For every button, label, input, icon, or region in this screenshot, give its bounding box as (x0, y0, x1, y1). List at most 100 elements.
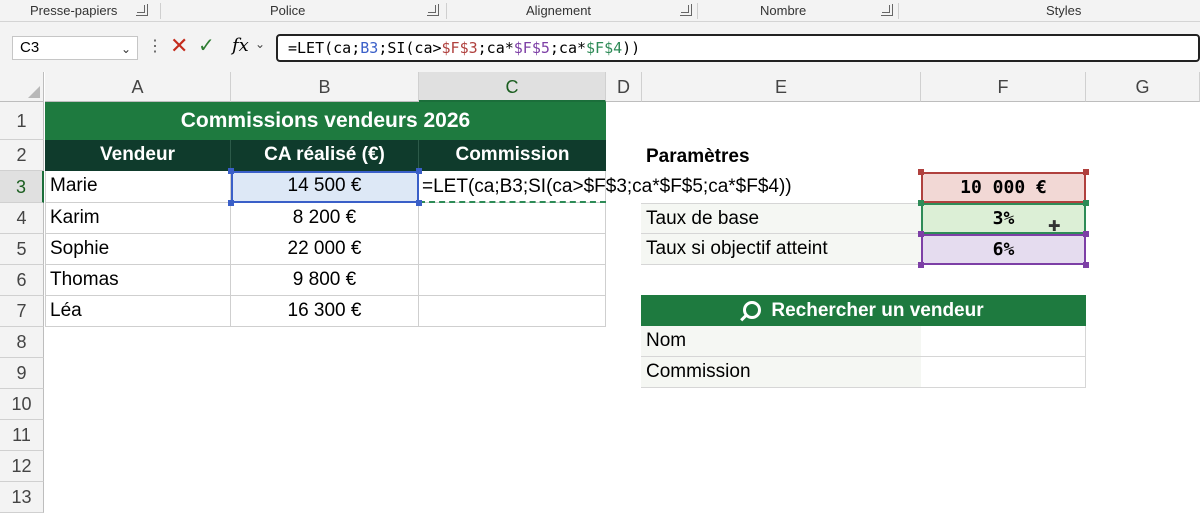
chevron-down-icon[interactable]: ⌄ (121, 38, 131, 60)
ribbon-separator (898, 3, 899, 19)
confirm-icon[interactable]: ✓ (198, 34, 215, 58)
row-header-6[interactable]: 6 (0, 265, 44, 296)
formula-token: =LET(ca; (288, 39, 361, 57)
selection-handle[interactable] (416, 168, 422, 174)
row-header-11[interactable]: 11 (0, 420, 44, 451)
more-options-icon[interactable]: ⋮ (147, 36, 163, 58)
base-rate-label: Taux de base (641, 203, 921, 234)
cursor-move-icon: ✚ (1048, 218, 1061, 235)
cell-c3-edit[interactable]: =LET(ca;B3;SI(ca>$F$3;ca*$F$5;ca*$F$4)) (422, 172, 792, 202)
table-cell-vendeur[interactable]: Léa (45, 296, 231, 327)
ribbon-group-clipboard: Presse-papiers (30, 3, 118, 18)
search-name-input[interactable] (921, 326, 1086, 357)
ribbon-group-styles: Styles (1046, 3, 1082, 18)
formula-bar: C3 ⌄ ⋮ ✕ ✓ fx ⌄ =LET(ca;B3;SI(ca>$F$3;ca… (0, 22, 1200, 72)
table-cell-ca[interactable]: 9 800 € (231, 265, 419, 296)
search-title-cell[interactable]: Rechercher un vendeur (641, 295, 1086, 326)
row-header-2[interactable]: 2 (0, 140, 44, 171)
search-icon (740, 301, 762, 322)
ribbon-separator (160, 3, 161, 19)
formula-token: $F$4 (586, 39, 623, 57)
column-header-d[interactable]: D (606, 72, 642, 102)
ref-handle (1083, 262, 1089, 268)
row-header-9[interactable]: 9 (0, 358, 44, 389)
ref-handle (1083, 200, 1089, 206)
target-rate-label: Taux si objectif atteint (641, 234, 921, 265)
table-cell-vendeur[interactable]: Karim (45, 203, 231, 234)
select-all-corner[interactable] (0, 72, 44, 102)
number-launcher-icon[interactable] (881, 4, 893, 16)
row-header-5[interactable]: 5 (0, 234, 44, 265)
table-cell-vendeur[interactable]: Marie (45, 171, 231, 203)
name-box-value: C3 (20, 39, 40, 56)
formula-token: $F$3 (441, 39, 478, 57)
clipboard-launcher-icon[interactable] (136, 4, 148, 16)
table-cell-ca[interactable]: 22 000 € (231, 234, 419, 265)
ribbon-group-labels: Presse-papiers Police Alignement Nombre … (0, 0, 1200, 22)
table-title[interactable]: Commissions vendeurs 2026 (45, 102, 606, 140)
row-header-3[interactable]: 3 (0, 171, 44, 203)
alignment-launcher-icon[interactable] (680, 4, 692, 16)
formula-input[interactable]: =LET(ca;B3;SI(ca>$F$3;ca*$F$5;ca*$F$4)) (276, 34, 1200, 62)
ref-handle (918, 200, 924, 206)
row-header-13[interactable]: 13 (0, 482, 44, 513)
cancel-icon[interactable]: ✕ (170, 34, 188, 58)
header-ca[interactable]: CA réalisé (€) (231, 140, 419, 171)
column-header-g[interactable]: G (1086, 72, 1200, 102)
threshold-value[interactable]: 10 000 € (921, 172, 1086, 203)
name-box[interactable]: C3 ⌄ (12, 36, 138, 60)
ref-handle (1083, 231, 1089, 237)
header-commission[interactable]: Commission (419, 140, 606, 171)
ref-handle (1083, 169, 1089, 175)
insert-function-icon[interactable]: fx (232, 35, 249, 57)
table-cell-ca[interactable]: 16 300 € (231, 296, 419, 327)
search-commission-label: Commission (641, 357, 921, 388)
table-cell-commission[interactable] (419, 296, 606, 327)
font-launcher-icon[interactable] (427, 4, 439, 16)
column-header-f[interactable]: F (921, 72, 1086, 102)
table-cell-vendeur[interactable]: Thomas (45, 265, 231, 296)
row-header-8[interactable]: 8 (0, 327, 44, 358)
selection-handle[interactable] (416, 200, 422, 206)
row-header-1[interactable]: 1 (0, 102, 44, 140)
selection-handle[interactable] (228, 168, 234, 174)
selection-handle[interactable] (228, 200, 234, 206)
table-cell-ca[interactable]: 8 200 € (231, 203, 419, 234)
target-rate-value[interactable]: 6% (921, 234, 1086, 265)
column-header-b[interactable]: B (231, 72, 419, 102)
table-cell-ca[interactable]: 14 500 € (231, 171, 419, 203)
table-cell-commission[interactable] (419, 265, 606, 296)
ribbon-separator (446, 3, 447, 19)
row-header-12[interactable]: 12 (0, 451, 44, 482)
formula-token: ;SI(ca> (378, 39, 442, 57)
row-header-4[interactable]: 4 (0, 203, 44, 234)
column-header-e[interactable]: E (642, 72, 921, 102)
formula-token: $F$5 (513, 39, 550, 57)
worksheet-grid[interactable]: ABCDEFG 1 2 3 4 5 6 7 8 9 10 11 12 13 Commissions ve… (0, 72, 1200, 520)
search-name-label: Nom (641, 326, 921, 357)
ref-handle (918, 169, 924, 175)
column-header-a[interactable]: A (45, 72, 231, 102)
ref-handle (918, 262, 924, 268)
base-rate-value[interactable]: 3% (921, 203, 1086, 234)
row-header-10[interactable]: 10 (0, 389, 44, 420)
ref-handle (918, 231, 924, 237)
formula-token: )) (622, 39, 641, 57)
header-vendeur[interactable]: Vendeur (45, 140, 231, 171)
row-header-7[interactable]: 7 (0, 296, 44, 327)
formula-token: ;ca* (549, 39, 587, 57)
table-cell-commission[interactable] (419, 203, 606, 234)
search-title: Rechercher un vendeur (771, 300, 984, 321)
chevron-down-icon[interactable]: ⌄ (255, 37, 265, 51)
ribbon-group-font: Police (270, 3, 306, 18)
column-header-c[interactable]: C (419, 72, 606, 102)
search-commission-value[interactable] (921, 357, 1086, 388)
table-cell-vendeur[interactable]: Sophie (45, 234, 231, 265)
ribbon-group-number: Nombre (760, 3, 807, 18)
ribbon-group-alignment: Alignement (526, 3, 592, 18)
formula-token: B3 (360, 39, 379, 57)
params-title: Paramètres (646, 146, 750, 167)
ribbon-separator (697, 3, 698, 19)
formula-token: ;ca* (477, 39, 514, 57)
table-cell-commission[interactable] (419, 234, 606, 265)
